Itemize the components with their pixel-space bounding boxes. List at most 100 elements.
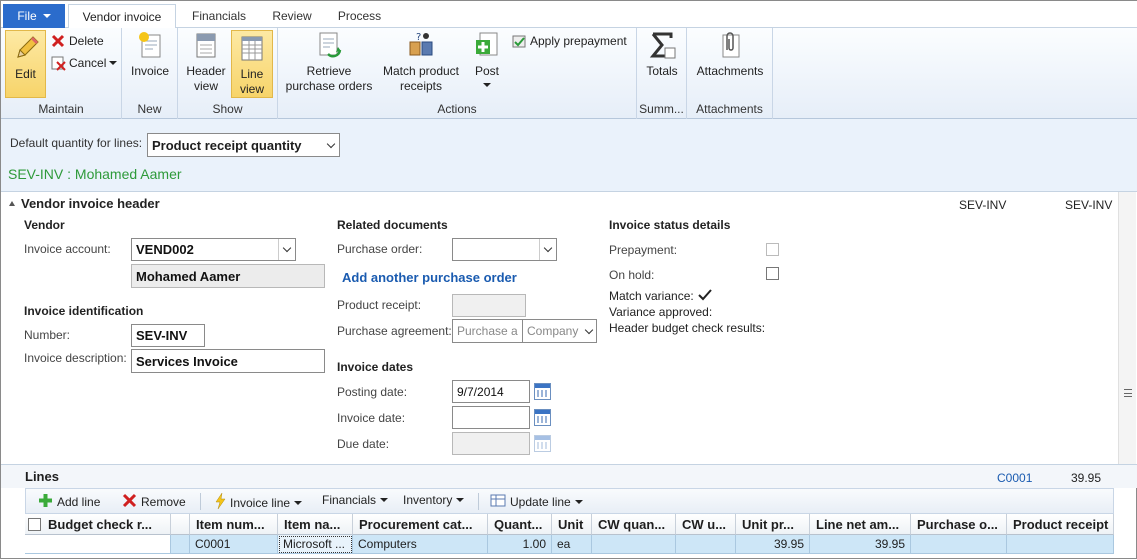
invoice-label: Invoice (130, 64, 170, 78)
column-header-cw-unit[interactable]: CW u... (676, 514, 736, 535)
on-hold-label: On hold: (609, 268, 655, 282)
purchase-order-select[interactable] (452, 238, 557, 261)
column-header-line-net-amount[interactable]: Line net am... (810, 514, 911, 535)
invoice-line-menu[interactable]: Invoice line (214, 492, 303, 512)
lines-summary-code: C0001 (997, 471, 1033, 485)
match-product-receipts-button[interactable]: ? Match product receipts (378, 30, 464, 94)
column-header-blank[interactable] (171, 514, 190, 535)
posting-date-calendar-icon[interactable] (534, 383, 551, 400)
chevron-down-icon[interactable] (278, 239, 295, 260)
record-title: SEV-INV : Mohamed Aamer (8, 166, 182, 182)
column-header-unit[interactable]: Unit (552, 514, 592, 535)
table-cell-cw-quantity[interactable] (592, 535, 676, 554)
table-cell-purchase-order[interactable] (911, 535, 1007, 554)
add-line-button[interactable]: Add line (38, 493, 100, 511)
table-cell-unit[interactable]: ea (552, 535, 592, 554)
tab-process[interactable]: Process (327, 4, 392, 28)
new-invoice-button[interactable]: Invoice (127, 30, 173, 79)
post-icon (472, 30, 502, 60)
column-header-quantity[interactable]: Quant... (488, 514, 552, 535)
due-date-field (452, 432, 530, 455)
tab-financials[interactable]: Financials (179, 4, 259, 28)
column-header-purchase-order[interactable]: Purchase o... (911, 514, 1007, 535)
table-cell-product-receipt[interactable] (1007, 535, 1114, 554)
column-header-budget-check[interactable]: Budget check r... (25, 514, 171, 535)
add-another-purchase-order-link[interactable]: Add another purchase order (342, 270, 517, 285)
invoice-number-input[interactable]: SEV-INV (131, 324, 205, 347)
agreement-company-select[interactable]: Company (522, 319, 597, 343)
table-cell-line-net-amount[interactable]: 39.95 (810, 535, 911, 554)
edit-button[interactable]: Edit (5, 30, 46, 98)
fasttab-header-toggle[interactable]: Vendor invoice header (9, 196, 160, 211)
line-view-icon (237, 33, 267, 63)
column-header-procurement-category[interactable]: Procurement cat... (353, 514, 488, 535)
column-header-unit-price[interactable]: Unit pr... (736, 514, 810, 535)
header-view-button[interactable]: Header view (184, 30, 228, 94)
column-header-product-receipt[interactable]: Product receipt (1007, 514, 1114, 535)
select-all-checkbox[interactable] (28, 517, 41, 531)
cancel-button[interactable]: Cancel (50, 53, 118, 73)
column-header-item-number[interactable]: Item num... (190, 514, 278, 535)
table-cell-procurement-category[interactable]: Computers (353, 535, 488, 554)
table-cell-quantity[interactable]: 1.00 (488, 535, 552, 554)
update-line-menu[interactable]: Update line (490, 493, 583, 511)
cancel-icon (50, 55, 66, 71)
purchase-agreement-input[interactable]: Purchase a (452, 319, 523, 343)
invoice-account-input[interactable]: VEND002 (131, 238, 296, 261)
chevron-down-icon[interactable] (582, 320, 596, 342)
invoice-description-input[interactable]: Services Invoice (131, 349, 325, 373)
vendor-section-title: Vendor (24, 218, 65, 232)
table-cell-item-name[interactable]: Microsoft ... (278, 535, 353, 554)
vendor-invoice-header-fasttab: Vendor invoice header SEV-INV SEV-INV Ve… (1, 192, 1137, 464)
caret-down-icon (456, 498, 465, 502)
posting-date-label: Posting date: (337, 385, 408, 399)
financials-menu[interactable]: Financials (322, 493, 389, 507)
attachments-button[interactable]: Attachments (691, 30, 769, 79)
table-cell-item-number[interactable]: C0001 (190, 535, 278, 554)
delete-button[interactable]: Delete (50, 31, 104, 51)
caret-down-icon (483, 83, 491, 87)
inventory-label: Inventory (403, 493, 453, 507)
posting-date-input[interactable]: 9/7/2014 (452, 380, 530, 403)
vertical-scrollbar[interactable] (1118, 192, 1136, 464)
lines-summary-amount: 39.95 (1071, 471, 1102, 485)
group-show: Header view Line view Show (178, 28, 278, 119)
file-tab[interactable]: File (3, 4, 65, 28)
retrieve-label-2: purchase orders (285, 79, 373, 93)
chevron-down-icon[interactable] (539, 239, 556, 260)
product-receipt-field (452, 294, 526, 317)
on-hold-checkbox[interactable] (766, 267, 779, 280)
match-receipts-icon: ? (406, 30, 436, 60)
post-button[interactable]: Post (468, 30, 506, 87)
lines-toolbar: Add line Remove Invoice line Financials … (25, 488, 1114, 514)
fasttab-header-title: Vendor invoice header (21, 196, 160, 211)
apply-prepayment-button[interactable]: Apply prepayment (511, 31, 627, 51)
totals-button[interactable]: Totals (641, 30, 683, 79)
post-label: Post (474, 64, 499, 78)
tab-vendor-invoice[interactable]: Vendor invoice (68, 4, 176, 29)
default-quantity-select[interactable]: Product receipt quantity (147, 133, 340, 157)
add-line-label: Add line (57, 495, 101, 509)
invoice-status-title: Invoice status details (609, 218, 731, 232)
retrieve-purchase-orders-button[interactable]: Retrieve purchase orders (284, 30, 374, 94)
scroll-grip-icon[interactable] (1124, 389, 1132, 397)
line-view-label-2: view (239, 82, 264, 96)
invoice-date-input[interactable] (452, 406, 530, 429)
group-label-show: Show (212, 102, 243, 116)
column-header-item-name[interactable]: Item na... (278, 514, 353, 535)
invoice-date-calendar-icon[interactable] (534, 409, 551, 426)
tab-review[interactable]: Review (263, 4, 321, 28)
inventory-menu[interactable]: Inventory (403, 493, 465, 507)
invoice-identification-title: Invoice identification (24, 304, 144, 318)
column-header-cw-quantity[interactable]: CW quan... (592, 514, 676, 535)
table-cell-unit-price[interactable]: 39.95 (736, 535, 810, 554)
lines-fasttab-header[interactable]: Lines C0001 39.95 (1, 464, 1137, 488)
sigma-icon (647, 30, 677, 60)
table-cell-cw-unit[interactable] (676, 535, 736, 554)
remove-button[interactable]: Remove (122, 493, 186, 511)
table-cell-budget-check[interactable] (25, 535, 171, 554)
paperclip-icon (715, 30, 745, 60)
table-cell-blank[interactable] (171, 535, 190, 554)
line-view-button[interactable]: Line view (231, 30, 273, 98)
invoice-dates-title: Invoice dates (337, 360, 414, 374)
